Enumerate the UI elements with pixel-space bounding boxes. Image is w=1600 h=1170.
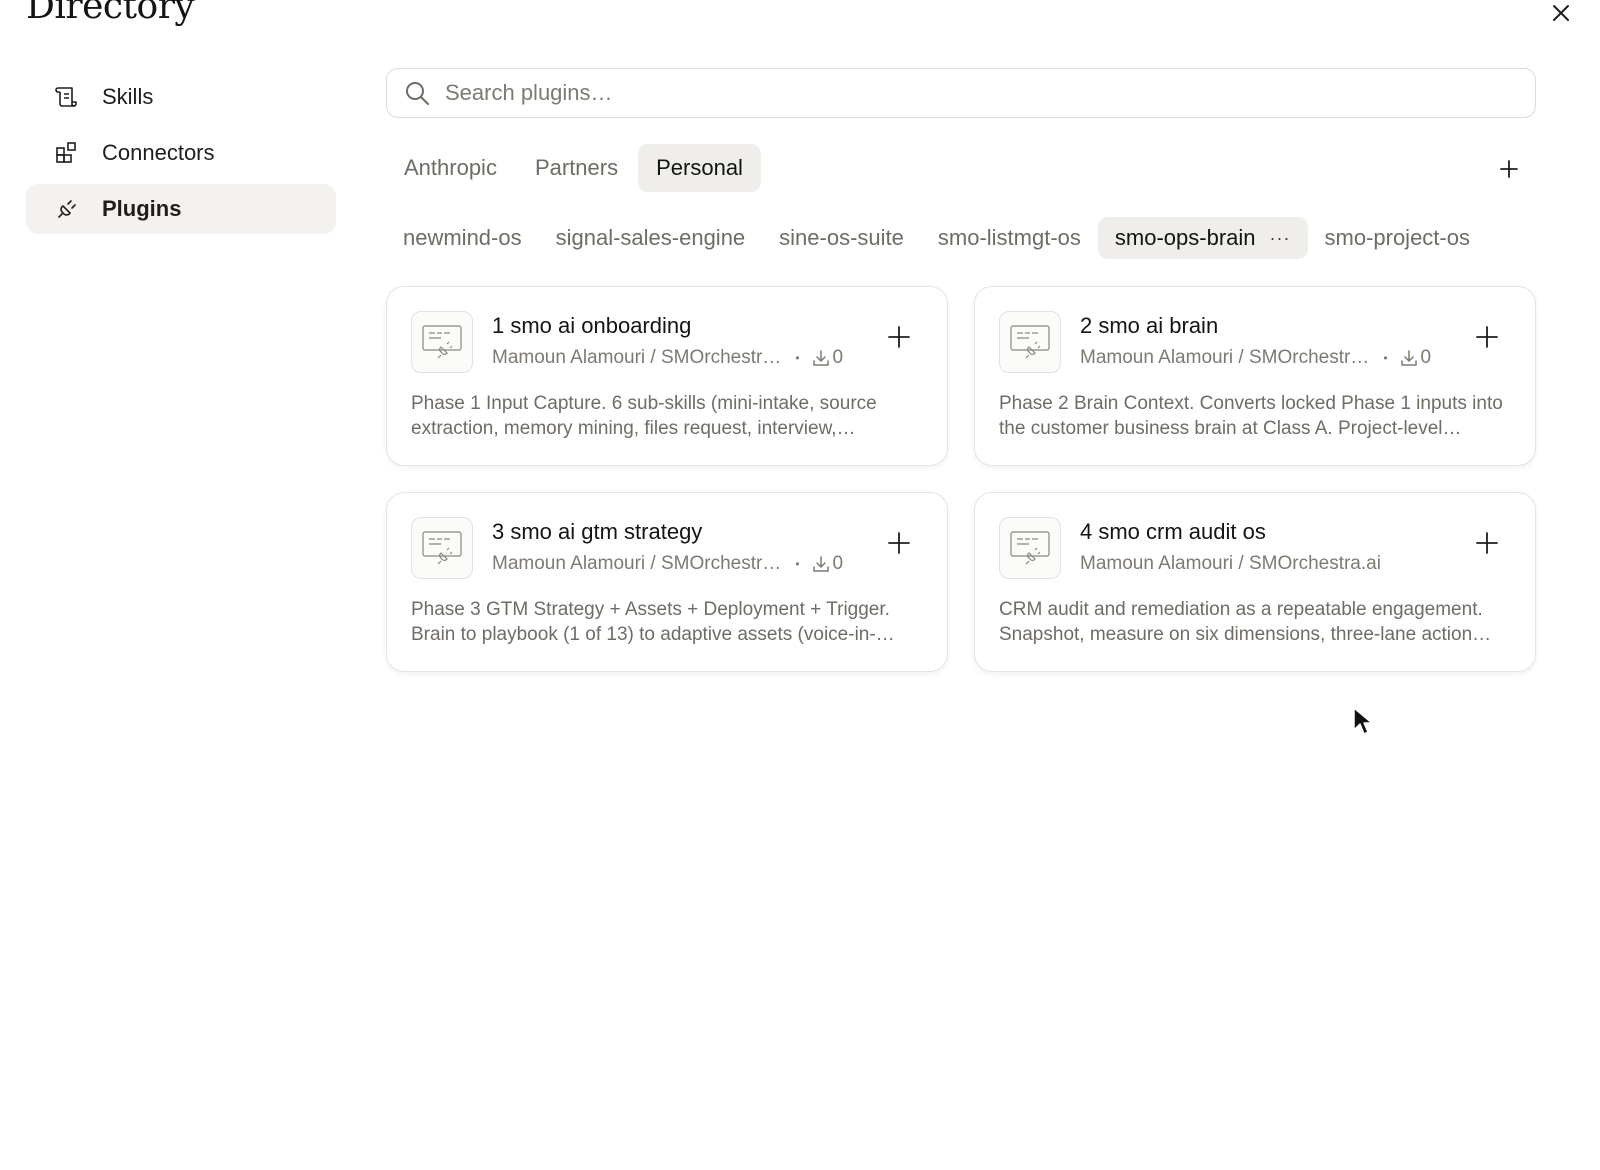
plugin-description: Phase 2 Brain Context. Converts locked P…	[999, 393, 1503, 439]
separator-dot: •	[1383, 351, 1388, 365]
add-plugin-button[interactable]	[1494, 154, 1524, 184]
download-count: 0	[812, 347, 844, 369]
plugin-card[interactable]: 1 smo ai onboarding Mamoun Alamouri / SM…	[386, 286, 948, 466]
plugin-image-icon	[1010, 325, 1050, 359]
sidebar-item-skills[interactable]: Skills	[26, 72, 336, 122]
plus-icon	[1500, 160, 1518, 178]
sidebar: Skills Connectors Plugins	[26, 72, 336, 240]
plugin-meta: Mamoun Alamouri / SMOrchestr… • 0	[492, 347, 843, 369]
collection-label: smo-ops-brain	[1114, 225, 1256, 250]
plugin-name: 3 smo ai gtm strategy	[492, 519, 703, 544]
collection-newmind-os[interactable]: newmind-os	[386, 217, 539, 259]
collection-sine-os-suite[interactable]: sine-os-suite	[762, 217, 921, 259]
mouse-cursor-icon	[1353, 707, 1373, 735]
sidebar-item-label: Connectors	[102, 140, 215, 165]
search-input[interactable]	[443, 79, 1507, 107]
plugin-image-icon	[1010, 531, 1050, 565]
sidebar-item-plugins[interactable]: Plugins	[26, 184, 336, 234]
more-options-button[interactable]: ···	[1270, 228, 1291, 249]
plugin-image-icon	[422, 531, 462, 565]
plugin-author: Mamoun Alamouri / SMOrchestr…	[492, 553, 782, 574]
collection-signal-sales-engine[interactable]: signal-sales-engine	[539, 217, 763, 259]
plugin-description: CRM audit and remediation as a repeatabl…	[999, 599, 1492, 645]
plus-icon	[1476, 532, 1498, 554]
plugin-meta: Mamoun Alamouri / SMOrchestr… • 0	[492, 553, 843, 575]
plus-icon	[888, 326, 910, 348]
search-bar[interactable]	[386, 68, 1536, 118]
plugin-name: 4 smo crm audit os	[1080, 519, 1266, 544]
collection-tabs: newmind-os signal-sales-engine sine-os-s…	[386, 217, 1487, 259]
collection-smo-project-os[interactable]: smo-project-os	[1308, 217, 1487, 259]
plugin-author: Mamoun Alamouri / SMOrchestr…	[1080, 347, 1370, 368]
plugin-thumbnail	[999, 517, 1061, 579]
separator-dot: •	[795, 351, 800, 365]
collection-smo-ops-brain[interactable]: smo-ops-brain ···	[1097, 217, 1308, 259]
plus-icon	[1476, 326, 1498, 348]
scroll-icon	[54, 84, 80, 110]
tab-personal[interactable]: Personal	[638, 144, 761, 192]
plug-icon	[54, 196, 80, 222]
plugin-meta: Mamoun Alamouri / SMOrchestra.ai	[1080, 553, 1381, 575]
download-count-value: 0	[832, 347, 844, 368]
plugin-description: Phase 1 Input Capture. 6 sub-skills (min…	[411, 393, 877, 439]
collection-smo-listmgt-os[interactable]: smo-listmgt-os	[921, 217, 1098, 259]
separator-dot: •	[795, 557, 800, 571]
close-button[interactable]	[1548, 0, 1574, 26]
plugin-author: Mamoun Alamouri / SMOrchestra.ai	[1080, 553, 1381, 574]
plugin-author: Mamoun Alamouri / SMOrchestr…	[492, 347, 782, 368]
plugin-meta: Mamoun Alamouri / SMOrchestr… • 0	[1080, 347, 1431, 369]
sidebar-item-label: Skills	[102, 84, 154, 109]
plugin-description: Phase 3 GTM Strategy + Assets + Deployme…	[411, 599, 895, 645]
download-count-value: 0	[832, 553, 844, 574]
plugin-card[interactable]: 4 smo crm audit os Mamoun Alamouri / SMO…	[974, 492, 1536, 672]
page-title: Directory	[26, 0, 195, 27]
plugin-card[interactable]: 2 smo ai brain Mamoun Alamouri / SMOrche…	[974, 286, 1536, 466]
sidebar-item-label: Plugins	[102, 196, 182, 221]
download-count-value: 0	[1420, 347, 1432, 368]
download-icon	[812, 556, 829, 572]
plugin-thumbnail	[999, 311, 1061, 373]
install-plugin-button[interactable]	[1473, 529, 1501, 557]
search-icon	[406, 82, 429, 105]
download-count: 0	[1400, 347, 1432, 369]
download-count: 0	[812, 553, 844, 575]
close-icon	[1553, 5, 1569, 21]
source-tabs: Anthropic Partners Personal	[386, 143, 763, 193]
plugin-name: 1 smo ai onboarding	[492, 313, 692, 338]
install-plugin-button[interactable]	[885, 529, 913, 557]
plugin-thumbnail	[411, 517, 473, 579]
plus-icon	[888, 532, 910, 554]
install-plugin-button[interactable]	[1473, 323, 1501, 351]
plugin-card[interactable]: 3 smo ai gtm strategy Mamoun Alamouri / …	[386, 492, 948, 672]
download-icon	[812, 350, 829, 366]
sidebar-item-connectors[interactable]: Connectors	[26, 128, 336, 178]
plugin-image-icon	[422, 325, 462, 359]
plugin-thumbnail	[411, 311, 473, 373]
plugin-name: 2 smo ai brain	[1080, 313, 1219, 338]
tab-anthropic[interactable]: Anthropic	[386, 144, 515, 192]
tab-partners[interactable]: Partners	[517, 144, 636, 192]
install-plugin-button[interactable]	[885, 323, 913, 351]
download-icon	[1400, 350, 1417, 366]
grid-plus-icon	[54, 140, 80, 166]
